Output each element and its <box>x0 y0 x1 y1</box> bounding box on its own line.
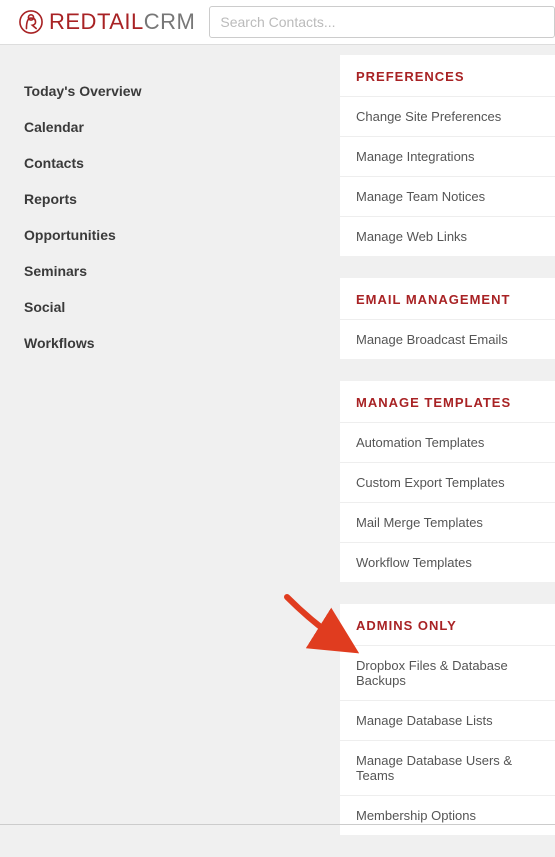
panel-item[interactable]: Manage Database Users & Teams <box>340 740 555 795</box>
panel-item[interactable]: Automation Templates <box>340 422 555 462</box>
panel-item[interactable]: Manage Database Lists <box>340 700 555 740</box>
sidebar-item-workflows[interactable]: Workflows <box>24 325 240 361</box>
panel-email-management: EMAIL MANAGEMENT Manage Broadcast Emails <box>340 278 555 359</box>
sidebar-item-social[interactable]: Social <box>24 289 240 325</box>
footer-divider <box>0 824 555 825</box>
panel-item[interactable]: Manage Broadcast Emails <box>340 319 555 359</box>
settings-panels: PREFERENCES Change Site Preferences Mana… <box>340 55 555 857</box>
panel-header: PREFERENCES <box>340 55 555 96</box>
sidebar-item-overview[interactable]: Today's Overview <box>24 73 240 109</box>
sidebar-item-calendar[interactable]: Calendar <box>24 109 240 145</box>
search-wrap <box>209 6 555 38</box>
panel-header: EMAIL MANAGEMENT <box>340 278 555 319</box>
content: Today's Overview Calendar Contacts Repor… <box>0 55 555 857</box>
sidebar-item-opportunities[interactable]: Opportunities <box>24 217 240 253</box>
sidebar-item-contacts[interactable]: Contacts <box>24 145 240 181</box>
panel-admins-only: ADMINS ONLY Dropbox Files & Database Bac… <box>340 604 555 835</box>
panel-item[interactable]: Workflow Templates <box>340 542 555 582</box>
panel-header: ADMINS ONLY <box>340 604 555 645</box>
panel-item[interactable]: Manage Integrations <box>340 136 555 176</box>
sidebar-item-reports[interactable]: Reports <box>24 181 240 217</box>
brand-logo[interactable]: REDTAILCRM <box>0 9 195 35</box>
panel-item[interactable]: Membership Options <box>340 795 555 835</box>
panel-item[interactable]: Mail Merge Templates <box>340 502 555 542</box>
header: REDTAILCRM <box>0 0 555 45</box>
panel-item[interactable]: Custom Export Templates <box>340 462 555 502</box>
panel-item[interactable]: Change Site Preferences <box>340 96 555 136</box>
search-input[interactable] <box>209 6 555 38</box>
panel-preferences: PREFERENCES Change Site Preferences Mana… <box>340 55 555 256</box>
panel-manage-templates: MANAGE TEMPLATES Automation Templates Cu… <box>340 381 555 582</box>
panel-item[interactable]: Manage Team Notices <box>340 176 555 216</box>
panel-item-dropbox-backups[interactable]: Dropbox Files & Database Backups <box>340 645 555 700</box>
panel-header: MANAGE TEMPLATES <box>340 381 555 422</box>
sidebar-item-seminars[interactable]: Seminars <box>24 253 240 289</box>
redtail-logo-icon <box>18 9 44 35</box>
brand-name: REDTAILCRM <box>49 9 195 35</box>
panel-item[interactable]: Manage Web Links <box>340 216 555 256</box>
sidebar: Today's Overview Calendar Contacts Repor… <box>0 55 240 857</box>
